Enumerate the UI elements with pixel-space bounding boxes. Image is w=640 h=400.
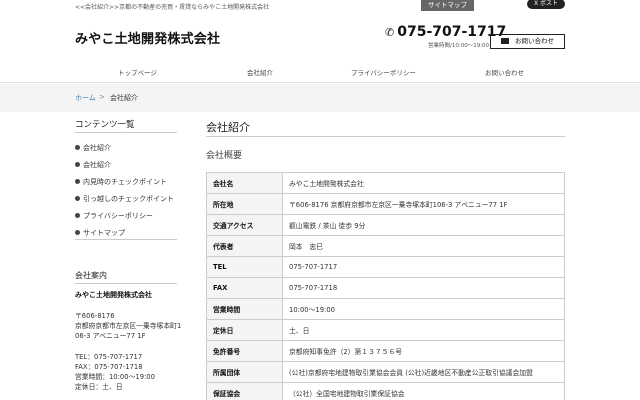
info-tel: TEL：075-707-1717 (75, 353, 143, 361)
table-row: 営業時間 10:00〜19:00 (206, 298, 565, 320)
sidebar-item-label: 引っ越しのチェックポイント (83, 194, 174, 203)
sidebar-item-company[interactable]: 会社紹介 (75, 139, 177, 156)
bullet-icon (75, 196, 80, 201)
nav-item-privacy[interactable]: プライバシーポリシー (351, 67, 416, 77)
row-value: 京都府知事免許（2）第１３７５６号 (282, 340, 565, 362)
x-post-button[interactable]: X ポスト (527, 0, 565, 9)
info-hours: 営業時間：10:00〜19:00 (75, 373, 155, 381)
row-label: 代表者 (206, 235, 283, 257)
row-label: TEL (206, 256, 283, 278)
info-fax: FAX：075-707-1718 (75, 363, 143, 371)
top-breadcrumb: <<会社紹介>>京都の不動産の売買・賃貸ならみやこ土地開発株式会社 (75, 4, 270, 11)
sidebar-item-company-2[interactable]: 会社紹介 (75, 156, 177, 173)
row-value: （公社）全国宅地建物取引業保証協会 (282, 382, 565, 400)
row-value: 岡本 忠巳 (282, 235, 565, 257)
business-hours: 営業時間/10:00〜19:00 (428, 43, 490, 49)
phone-icon: ✆ (385, 26, 395, 39)
row-label: 会社名 (206, 172, 283, 194)
divider (206, 136, 565, 137)
sidebar-item-label: 内見時のチェックポイント (83, 177, 167, 186)
company-overview-table: 会社名 みやこ土地開発株式会社 所在地 〒606-8176 京都府京都市左京区一乗寺… (206, 172, 565, 400)
row-label: 交通アクセス (206, 214, 283, 236)
company-info-name: みやこ土地開発株式会社 (75, 291, 152, 299)
mail-icon (501, 38, 509, 44)
sidebar-menu: 会社紹介 会社紹介 内見時のチェックポイント 引っ越しのチェックポイント プライ… (75, 139, 177, 241)
row-label: 所属団体 (206, 361, 283, 383)
contact-button[interactable]: お問い合わせ (490, 34, 565, 49)
section-title: 会社概要 (206, 151, 243, 161)
breadcrumb: ホーム > 会社紹介 (0, 84, 640, 112)
row-value: 〒606-8176 京都府京都市左京区一乗寺塚本町106-3 アベニュー77 1… (282, 193, 565, 215)
page-title: 会社紹介 (206, 121, 250, 134)
divider (75, 239, 177, 240)
nav-item-contact[interactable]: お問い合わせ (485, 67, 524, 77)
row-value: 土、日 (282, 319, 565, 341)
company-info-address: 〒606-8176 京都府京都市左京区一乗寺塚本町1 06-3 アベニュー77 … (75, 311, 181, 341)
info-holiday: 定休日：土、日 (75, 383, 123, 391)
row-value: みやこ土地開発株式会社 (282, 172, 565, 194)
table-row: TEL 075-707-1717 (206, 256, 565, 278)
breadcrumb-current: 会社紹介 (110, 94, 138, 102)
row-value: (公社)京都府宅地建物取引業協会会員 (公社)近畿地区不動産公正取引協議会加盟 (282, 361, 565, 383)
sidebar-item-moving-checkpoints[interactable]: 引っ越しのチェックポイント (75, 190, 177, 207)
bullet-icon (75, 213, 80, 218)
table-row: 所属団体 (公社)京都府宅地建物取引業協会会員 (公社)近畿地区不動産公正取引協議… (206, 361, 565, 383)
address-line: 京都府京都市左京区一乗寺塚本町1 (75, 322, 182, 330)
row-value: 075-707-1718 (282, 277, 565, 299)
table-row: 保証協会 （公社）全国宅地建物取引業保証協会 (206, 382, 565, 400)
sitemap-button[interactable]: サイトマップ (421, 0, 474, 11)
row-value: 10:00〜19:00 (282, 298, 565, 320)
table-row: 代表者 岡本 忠巳 (206, 235, 565, 257)
table-row: 定休日 土、日 (206, 319, 565, 341)
nav-item-company[interactable]: 会社紹介 (247, 67, 273, 77)
sidebar-title: コンテンツ一覧 (75, 120, 135, 130)
row-label: FAX (206, 277, 283, 299)
row-label: 保証協会 (206, 382, 283, 400)
row-value: 叡山電鉄 / 茶山 徒歩 9分 (282, 214, 565, 236)
sidebar-item-viewing-checkpoints[interactable]: 内見時のチェックポイント (75, 173, 177, 190)
table-row: 会社名 みやこ土地開発株式会社 (206, 172, 565, 194)
sidebar-item-label: プライバシーポリシー (83, 211, 153, 220)
sidebar-item-label: 会社紹介 (83, 143, 111, 152)
top-bar: <<会社紹介>>京都の不動産の売買・賃貸ならみやこ土地開発株式会社 サイトマップ… (0, 0, 640, 12)
site-title[interactable]: みやこ土地開発株式会社 (75, 28, 220, 47)
table-row: FAX 075-707-1718 (206, 277, 565, 299)
table-row: 所在地 〒606-8176 京都府京都市左京区一乗寺塚本町106-3 アベニュー7… (206, 193, 565, 215)
company-info-contact: TEL：075-707-1717 FAX：075-707-1718 営業時間：1… (75, 352, 155, 392)
breadcrumb-separator: > (99, 93, 105, 101)
row-label: 営業時間 (206, 298, 283, 320)
bullet-icon (75, 179, 80, 184)
nav-item-top[interactable]: トップページ (118, 67, 157, 77)
divider (75, 132, 177, 133)
bullet-icon (75, 162, 80, 167)
address-line: 〒606-8176 (75, 312, 115, 320)
table-row: 免許番号 京都府知事免許（2）第１３７５６号 (206, 340, 565, 362)
table-row: 交通アクセス 叡山電鉄 / 茶山 徒歩 9分 (206, 214, 565, 236)
breadcrumb-home[interactable]: ホーム (75, 93, 96, 103)
row-label: 所在地 (206, 193, 283, 215)
phone-number: ✆ 075-707-1717 (385, 24, 506, 40)
row-label: 定休日 (206, 319, 283, 341)
sidebar-item-label: サイトマップ (83, 228, 125, 237)
address-line: 06-3 アベニュー77 1F (75, 332, 146, 340)
row-value: 075-707-1717 (282, 256, 565, 278)
row-label: 免許番号 (206, 340, 283, 362)
bullet-icon (75, 230, 80, 235)
divider (75, 283, 177, 284)
bullet-icon (75, 145, 80, 150)
sidebar-item-privacy[interactable]: プライバシーポリシー (75, 207, 177, 224)
contact-label: お問い合わせ (515, 37, 554, 45)
company-info-title: 会社案内 (75, 271, 107, 280)
main-nav: トップページ 会社紹介 プライバシーポリシー お問い合わせ (0, 61, 640, 83)
sidebar-item-label: 会社紹介 (83, 160, 111, 169)
